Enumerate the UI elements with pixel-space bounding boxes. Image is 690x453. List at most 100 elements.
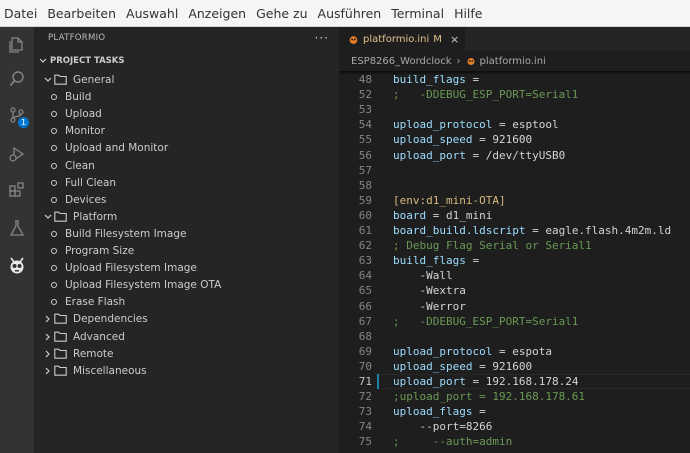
code-line[interactable]: 75 ; --auth=admin: [339, 434, 690, 449]
code-line[interactable]: 72 ;upload_port = 192.168.178.61: [339, 389, 690, 404]
line-number: 72: [358, 390, 372, 403]
line-text: board_build.ldscript = eagle.flash.4m2m.…: [393, 224, 672, 237]
line-text: upload_speed = 921600: [393, 133, 533, 146]
code-line[interactable]: 65 -Wextra: [339, 283, 690, 298]
task-dot-icon: [51, 264, 57, 271]
close-icon[interactable]: ×: [450, 33, 459, 46]
task-item[interactable]: Program Size: [34, 242, 134, 259]
tab-platformio-ini[interactable]: platformio.ini M ×: [339, 27, 466, 51]
line-number: 53: [358, 103, 372, 116]
modified-badge: M: [433, 34, 442, 45]
section-project-tasks[interactable]: PROJECT TASKS: [34, 53, 125, 69]
line-number: 73: [358, 405, 372, 418]
line-number: 71: [358, 375, 372, 388]
line-text: board = d1_mini: [393, 209, 493, 222]
task-item[interactable]: Full Clean: [34, 174, 116, 191]
folder-label: Advanced: [73, 330, 125, 343]
code-line[interactable]: 60 board = d1_mini: [339, 208, 690, 223]
code-line[interactable]: 59 [env:d1_mini-OTA]: [339, 193, 690, 208]
code-line[interactable]: 61 board_build.ldscript = eagle.flash.4m2…: [339, 223, 690, 238]
editor: platformio.ini M × ESP8266_Wordclock › p…: [339, 27, 690, 453]
task-item[interactable]: Erase Flash: [34, 293, 125, 310]
explorer-icon[interactable]: [0, 27, 34, 63]
line-text: ;upload_port = 192.168.178.61: [393, 390, 586, 403]
breadcrumb-folder[interactable]: ESP8266_Wordclock: [351, 56, 452, 67]
menu-terminal[interactable]: Terminal: [387, 6, 450, 21]
scm-badge: 1: [18, 117, 29, 128]
search-icon[interactable]: [0, 61, 34, 97]
code-line[interactable]: 53: [339, 102, 690, 117]
code-line[interactable]: 58: [339, 178, 690, 193]
task-item[interactable]: Upload Filesystem Image: [34, 259, 197, 276]
task-label: Devices: [65, 193, 107, 206]
tree-folder[interactable]: Advanced: [34, 328, 125, 345]
line-number: 68: [358, 330, 372, 343]
tree-folder[interactable]: Miscellaneous: [34, 362, 147, 379]
breadcrumb-file[interactable]: platformio.ini: [480, 56, 546, 67]
code-line[interactable]: 63 build_flags =: [339, 253, 690, 268]
code-line[interactable]: 67 ; -DDEBUG_ESP_PORT=Serial1: [339, 314, 690, 329]
line-number: 60: [358, 209, 372, 222]
task-label: Monitor: [65, 124, 105, 137]
line-number: 65: [358, 284, 372, 297]
code-line[interactable]: 64 -Wall: [339, 268, 690, 283]
code-line[interactable]: 70 upload_speed = 921600: [339, 359, 690, 374]
code-line[interactable]: 66 -Werror: [339, 299, 690, 314]
code-line[interactable]: 68: [339, 329, 690, 344]
task-dot-icon: [51, 110, 57, 117]
chevron-right-icon: [42, 366, 54, 376]
code-line[interactable]: 69 upload_protocol = espota: [339, 344, 690, 359]
menu-bearbeiten[interactable]: Bearbeiten: [43, 6, 122, 21]
line-text: -Werror: [393, 300, 466, 313]
extensions-icon[interactable]: [0, 172, 34, 208]
task-item[interactable]: Clean: [34, 157, 95, 174]
task-item[interactable]: Upload Filesystem Image OTA: [34, 276, 221, 293]
task-item[interactable]: Upload: [34, 105, 102, 122]
chevron-down-icon: [39, 58, 47, 63]
tree-folder[interactable]: Remote: [34, 345, 114, 362]
code-line[interactable]: 54 upload_protocol = esptool: [339, 117, 690, 132]
line-text: ; Debug Flag Serial or Serial1: [393, 239, 592, 252]
platformio-icon[interactable]: [0, 247, 34, 283]
code-line[interactable]: 73 upload_flags =: [339, 404, 690, 419]
menu-ausfuehren[interactable]: Ausführen: [314, 6, 388, 21]
code-line[interactable]: 55 upload_speed = 921600: [339, 132, 690, 147]
folder-icon: [54, 331, 68, 342]
task-item[interactable]: Build Filesystem Image: [34, 225, 186, 242]
line-number: 55: [358, 133, 372, 146]
chevron-down-icon: [42, 75, 54, 85]
menu-gehe-zu[interactable]: Gehe zu: [252, 6, 313, 21]
line-number: 61: [358, 224, 372, 237]
line-number: 74: [358, 420, 372, 433]
task-label: Upload Filesystem Image OTA: [65, 278, 222, 291]
code-line[interactable]: 71 upload_port = 192.168.178.24: [339, 374, 690, 389]
platformio-file-icon: [467, 58, 475, 65]
line-text: upload_speed = 921600: [393, 360, 533, 373]
testing-icon[interactable]: [0, 210, 34, 246]
code-line[interactable]: 56 upload_port = /dev/ttyUSB0: [339, 148, 690, 163]
tree-folder[interactable]: General: [34, 71, 114, 88]
code-line[interactable]: 62 ; Debug Flag Serial or Serial1: [339, 238, 690, 253]
task-item[interactable]: Devices: [34, 191, 106, 208]
breadcrumb: ESP8266_Wordclock › platformio.ini: [339, 51, 690, 71]
task-label: Build Filesystem Image: [65, 227, 187, 240]
more-actions-icon[interactable]: ···: [315, 31, 329, 45]
menu-datei[interactable]: Datei: [0, 6, 43, 21]
source-control-icon[interactable]: 1: [0, 97, 34, 133]
folder-label: Remote: [73, 347, 114, 360]
code-line[interactable]: 57: [339, 163, 690, 178]
line-number: 52: [358, 88, 372, 101]
task-item[interactable]: Monitor: [34, 122, 105, 139]
code-line[interactable]: 52 ; -DDEBUG_ESP_PORT=Serial1: [339, 87, 690, 102]
menu-hilfe[interactable]: Hilfe: [450, 6, 488, 21]
menu-anzeigen[interactable]: Anzeigen: [184, 6, 252, 21]
tree-folder[interactable]: Platform: [34, 208, 117, 225]
run-debug-icon[interactable]: [0, 136, 34, 172]
task-item[interactable]: Upload and Monitor: [34, 139, 168, 156]
task-item[interactable]: Build: [34, 88, 91, 105]
folder-label: Miscellaneous: [73, 364, 147, 377]
line-text: upload_protocol = esptool: [393, 118, 559, 131]
tree-folder[interactable]: Dependencies: [34, 310, 148, 327]
code-line[interactable]: 74 --port=8266: [339, 419, 690, 434]
menu-auswahl[interactable]: Auswahl: [122, 6, 184, 21]
